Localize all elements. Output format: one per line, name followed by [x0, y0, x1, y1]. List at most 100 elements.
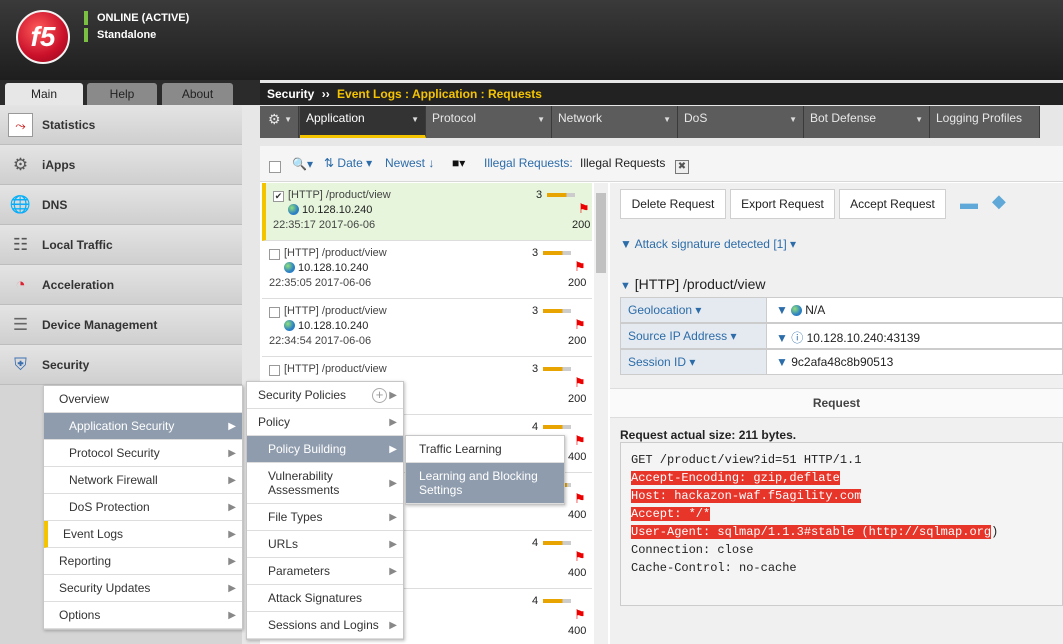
breadcrumb-root[interactable]: Security: [267, 87, 314, 101]
row-checkbox[interactable]: ✔: [273, 191, 284, 202]
menu-item-parameters[interactable]: Parameters ▶: [247, 558, 403, 585]
f5-logo[interactable]: f5: [16, 10, 70, 64]
nav-network[interactable]: Network ▼: [552, 106, 678, 138]
menu-item-policy-building[interactable]: Policy Building ▶: [247, 436, 403, 463]
sidebar-item-statistics[interactable]: ⤳ Statistics: [0, 105, 242, 145]
add-icon[interactable]: +: [372, 388, 387, 403]
session-id-row: Session ID ▾ ▼ 9c2afa48c8b90513: [620, 349, 1063, 375]
nav-bot-defense[interactable]: Bot Defense ▼: [804, 106, 930, 138]
sort-date-button[interactable]: ⇅ Date ▾: [324, 156, 372, 170]
sort-icon: ⇅: [324, 156, 335, 170]
response-code: 200: [568, 335, 587, 347]
sidebar-item-local-traffic[interactable]: ☷ Local Traffic: [0, 225, 242, 265]
info-icon: ⓘ: [791, 331, 804, 345]
server-icon: ☰: [12, 315, 29, 334]
chevron-down-icon: ▼: [411, 115, 419, 124]
menu-item-learning-and-blocking-settings[interactable]: Learning and Blocking Settings: [406, 463, 564, 504]
menu-item-vulnerability-assessments[interactable]: Vulnerability Assessments ▶: [247, 463, 403, 504]
session-id-value: ▼ 9c2afa48c8b90513: [776, 355, 894, 369]
local-traffic-icon: ☷: [12, 235, 29, 254]
tab-about[interactable]: About: [162, 83, 233, 105]
menu-item-sessions-and-logins[interactable]: Sessions and Logins ▶: [247, 612, 403, 639]
bookmark-icon[interactable]: ■▾: [452, 156, 465, 170]
flag-icon: ⚑: [574, 491, 586, 506]
list-scrollbar[interactable]: [594, 183, 608, 644]
scrollbar-thumb[interactable]: [596, 193, 606, 273]
menu-item-network-firewall[interactable]: Network Firewall ▶: [44, 467, 242, 494]
response-code: 400: [568, 509, 587, 521]
menu-item-application-security[interactable]: Application Security ▶: [44, 413, 242, 440]
violation-count: 3: [532, 363, 539, 375]
source-ip-label[interactable]: Source IP Address ▾: [621, 324, 767, 348]
request-line: Host: hackazon-waf.f5agility.com: [631, 489, 862, 503]
nav-logging-profiles[interactable]: Logging Profiles: [930, 106, 1040, 138]
menu-item-traffic-learning[interactable]: Traffic Learning: [406, 436, 564, 463]
row-checkbox[interactable]: [269, 249, 280, 260]
sidebar-item-label: iApps: [42, 158, 76, 172]
menu-item-options[interactable]: Options ▶: [44, 602, 242, 629]
iapps-icon: ⚙: [12, 155, 29, 174]
breadcrumb: Security ›› Event Logs : Application : R…: [260, 83, 1063, 105]
menu-item-attack-signatures[interactable]: Attack Signatures: [247, 585, 403, 612]
attack-signature-filter[interactable]: ▼ Attack signature detected [1] ▾: [620, 237, 796, 251]
list-item[interactable]: [HTTP] /product/view 10.128.10.240 22:34…: [262, 299, 592, 357]
menu-item-dos-protection[interactable]: DoS Protection ▶: [44, 494, 242, 521]
sort-newest-button[interactable]: Newest ↓: [385, 156, 434, 170]
chevron-down-icon: ▼: [537, 115, 545, 124]
chevron-right-icon: ▶: [389, 417, 397, 428]
breadcrumb-separator: ››: [321, 87, 330, 101]
comment-icon[interactable]: ▬: [960, 193, 978, 214]
chevron-down-icon: ▼: [789, 115, 797, 124]
tab-help[interactable]: Help: [87, 83, 157, 105]
flag-icon: ⚑: [574, 433, 586, 448]
row-checkbox[interactable]: [269, 365, 280, 376]
nav-protocol[interactable]: Protocol ▼: [426, 106, 552, 138]
nav-gear-menu[interactable]: ⚙ ▼: [260, 106, 299, 138]
menu-item-file-types[interactable]: File Types ▶: [247, 504, 403, 531]
request-ip: 10.128.10.240: [284, 262, 368, 274]
remove-filter-icon[interactable]: ✖: [675, 160, 689, 174]
source-ip-value: ▼ ⓘ 10.128.10.240:43139: [776, 331, 921, 345]
tab-request[interactable]: Request: [610, 388, 1063, 418]
request-time: 22:35:17 2017-06-06: [273, 219, 376, 231]
sidebar-item-iapps[interactable]: ⚙ iApps: [0, 145, 242, 185]
list-item[interactable]: [HTTP] /product/view 10.128.10.240 22:35…: [262, 241, 592, 299]
menu-item-policy[interactable]: Policy ▶: [247, 409, 403, 436]
list-item[interactable]: ✔ [HTTP] /product/view 10.128.10.240 22:…: [262, 183, 592, 241]
export-request-button[interactable]: Export Request: [730, 189, 835, 219]
menu-item-security-policies[interactable]: Security Policies + ▶: [247, 382, 403, 409]
menu-item-urls[interactable]: URLs ▶: [247, 531, 403, 558]
row-checkbox[interactable]: [269, 307, 280, 318]
tab-main[interactable]: Main: [5, 83, 83, 105]
flag-icon: ⚑: [574, 607, 586, 622]
geolocation-label[interactable]: Geolocation ▾: [621, 298, 767, 322]
search-icon[interactable]: 🔍▾: [292, 157, 313, 171]
sidebar-item-security[interactable]: ⛨ Security: [0, 345, 242, 385]
chevron-right-icon: ▶: [389, 512, 397, 523]
menu-item-reporting[interactable]: Reporting ▶: [44, 548, 242, 575]
nav-dos[interactable]: DoS ▼: [678, 106, 804, 138]
sidebar-item-device-management[interactable]: ☰ Device Management: [0, 305, 242, 345]
menu-item-event-logs[interactable]: Event Logs ▶: [44, 521, 242, 548]
chevron-right-icon: ▶: [228, 529, 236, 540]
request-title: [HTTP] /product/view: [284, 247, 387, 259]
nav-application[interactable]: Application ▼: [300, 106, 426, 138]
statistics-icon: ⤳: [8, 113, 33, 137]
menu-item-protocol-security[interactable]: Protocol Security ▶: [44, 440, 242, 467]
delete-request-button[interactable]: Delete Request: [620, 189, 726, 219]
flag-icon: ⚑: [574, 317, 586, 332]
tags-icon[interactable]: ◆: [992, 191, 1006, 212]
accept-request-button[interactable]: Accept Request: [839, 189, 946, 219]
menu-item-security-updates[interactable]: Security Updates ▶: [44, 575, 242, 602]
sidebar-item-dns[interactable]: 🌐 DNS: [0, 185, 242, 225]
breadcrumb-path: Event Logs : Application : Requests: [337, 87, 542, 101]
select-all-checkbox[interactable]: [269, 161, 281, 173]
sidebar-item-acceleration[interactable]: ◔ Acceleration: [0, 265, 242, 305]
flag-icon: ⚑: [574, 549, 586, 564]
shield-icon: ⛨: [14, 355, 27, 374]
sidebar-item-label: Local Traffic: [42, 238, 113, 252]
menu-item-overview[interactable]: Overview: [44, 386, 242, 413]
filter-bar: 🔍▾ ⇅ Date ▾ Newest ↓ ■▾ Illegal Requests…: [260, 146, 1063, 182]
chevron-right-icon: ▶: [389, 478, 397, 489]
session-id-label[interactable]: Session ID ▾: [621, 350, 767, 374]
